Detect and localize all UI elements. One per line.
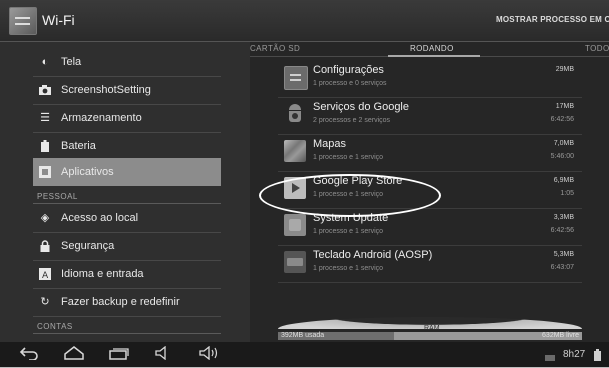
- volume-down-icon[interactable]: [152, 345, 174, 362]
- page-title: Wi-Fi: [42, 12, 75, 28]
- settings-icon[interactable]: [9, 7, 37, 35]
- process-memory: 3,3MB: [553, 214, 574, 221]
- process-memory: 6,9MB: [553, 177, 574, 184]
- menu-item-backup-reset[interactable]: ↻ Fazer backup e redefinir: [33, 288, 221, 317]
- section-header-personal: PESSOAL: [37, 192, 78, 201]
- settings-menu: ◐ Tela ScreenshotSetting ☰ Armazenamento…: [0, 42, 250, 342]
- process-memory: 7,0MB: [553, 140, 574, 147]
- menu-item-label: ScreenshotSetting: [61, 84, 151, 96]
- action-bar: Wi-Fi MOSTRAR PROCESSO EM CACHE: [0, 0, 609, 42]
- settings-app-icon: [284, 66, 308, 90]
- process-memory: 5,3MB: [553, 251, 574, 258]
- process-memory: 29MB: [555, 66, 574, 73]
- process-name: Serviços do Google: [313, 101, 409, 113]
- menu-item-armazenamento[interactable]: ☰ Armazenamento: [33, 104, 221, 133]
- ram-label: RAM: [424, 325, 440, 332]
- menu-item-label: Idioma e entrada: [61, 268, 144, 280]
- volume-up-icon[interactable]: [198, 345, 220, 362]
- apps-icon: [39, 166, 51, 178]
- process-row[interactable]: Serviços do Google 2 processos e 2 servi…: [278, 97, 582, 135]
- notification-icon[interactable]: [545, 350, 555, 368]
- clock: 8h27: [563, 349, 586, 360]
- back-icon[interactable]: [18, 346, 40, 362]
- lock-icon: [39, 240, 51, 252]
- process-uptime: 1:05: [560, 190, 574, 197]
- process-row[interactable]: Teclado Android (AOSP) 1 processo e 1 se…: [278, 245, 582, 283]
- ram-bar: 392MB usada 632MB livre: [278, 332, 582, 340]
- process-name: Teclado Android (AOSP): [313, 249, 433, 261]
- process-memory: 17MB: [555, 103, 574, 110]
- home-icon[interactable]: [63, 346, 85, 362]
- menu-item-language[interactable]: A Idioma e entrada: [33, 260, 221, 289]
- section-divider: [33, 333, 221, 334]
- highlight-circle: [259, 174, 441, 217]
- process-uptime: 6:43:07: [550, 264, 574, 271]
- menu-item-label: Segurança: [61, 240, 115, 252]
- tab-bar: CARTÃO SD RODANDO TODOS: [250, 42, 609, 57]
- location-icon: ◈: [40, 212, 50, 224]
- process-uptime: 5:46:00: [550, 153, 574, 160]
- menu-item-location[interactable]: ◈ Acesso ao local: [33, 204, 221, 233]
- menu-item-label: Acesso ao local: [61, 212, 139, 224]
- process-row[interactable]: Mapas 1 processo e 1 serviço 7,0MB 5:46:…: [278, 134, 582, 172]
- ram-used-text: 392MB usada: [281, 332, 325, 339]
- storage-icon: ☰: [40, 112, 50, 124]
- process-description: 1 processo e 1 serviço: [313, 265, 384, 272]
- menu-item-tela[interactable]: ◐ Tela: [33, 48, 221, 77]
- menu-item-security[interactable]: Segurança: [33, 232, 221, 261]
- process-description: 2 processos e 2 serviços: [313, 117, 391, 124]
- ram-usage: RAM 392MB usada 632MB livre: [278, 317, 582, 340]
- maps-icon: [284, 140, 306, 162]
- language-icon: A: [39, 268, 51, 280]
- system-update-icon: [284, 214, 306, 236]
- menu-item-label: Fazer backup e redefinir: [61, 296, 180, 308]
- menu-item-label: Armazenamento: [61, 112, 142, 124]
- backup-icon: ↻: [40, 296, 50, 308]
- process-name: Mapas: [313, 138, 347, 150]
- tab-all[interactable]: TODOS: [585, 44, 609, 53]
- menu-item-aplicativos[interactable]: Aplicativos: [33, 158, 221, 186]
- process-description: 1 processo e 1 serviço: [313, 154, 384, 161]
- recents-icon[interactable]: [108, 346, 130, 362]
- process-description: 1 processo e 1 serviço: [313, 228, 384, 235]
- section-header-accounts: CONTAS: [37, 322, 73, 331]
- menu-item-label: Aplicativos: [61, 166, 114, 178]
- menu-item-label: Bateria: [61, 140, 96, 152]
- process-uptime: 6:42:56: [550, 116, 574, 123]
- battery-icon: [39, 140, 51, 152]
- battery-status-icon: [594, 348, 601, 366]
- process-row[interactable]: Configurações 1 processo e 0 serviços 29…: [278, 60, 582, 98]
- navigation-bar: 8h27: [0, 342, 609, 367]
- menu-item-screenshotsetting[interactable]: ScreenshotSetting: [33, 76, 221, 105]
- process-uptime: 6:42:56: [550, 227, 574, 234]
- ram-free-text: 632MB livre: [542, 332, 579, 339]
- android-icon: [284, 103, 306, 125]
- tab-indicator: [388, 55, 480, 57]
- camera-icon: [39, 84, 51, 96]
- menu-item-label: Tela: [61, 56, 82, 68]
- process-description: 1 processo e 0 serviços: [313, 80, 387, 87]
- tab-sd-card[interactable]: CARTÃO SD: [250, 44, 300, 53]
- tab-running[interactable]: RODANDO: [410, 44, 454, 53]
- svg-text:A: A: [42, 271, 49, 280]
- process-name: Configurações: [313, 64, 384, 76]
- show-cached-processes-button[interactable]: MOSTRAR PROCESSO EM CACHE: [496, 15, 609, 24]
- menu-item-bateria[interactable]: Bateria: [33, 132, 221, 161]
- brightness-icon: ◐: [41, 56, 49, 68]
- keyboard-icon: [284, 251, 306, 273]
